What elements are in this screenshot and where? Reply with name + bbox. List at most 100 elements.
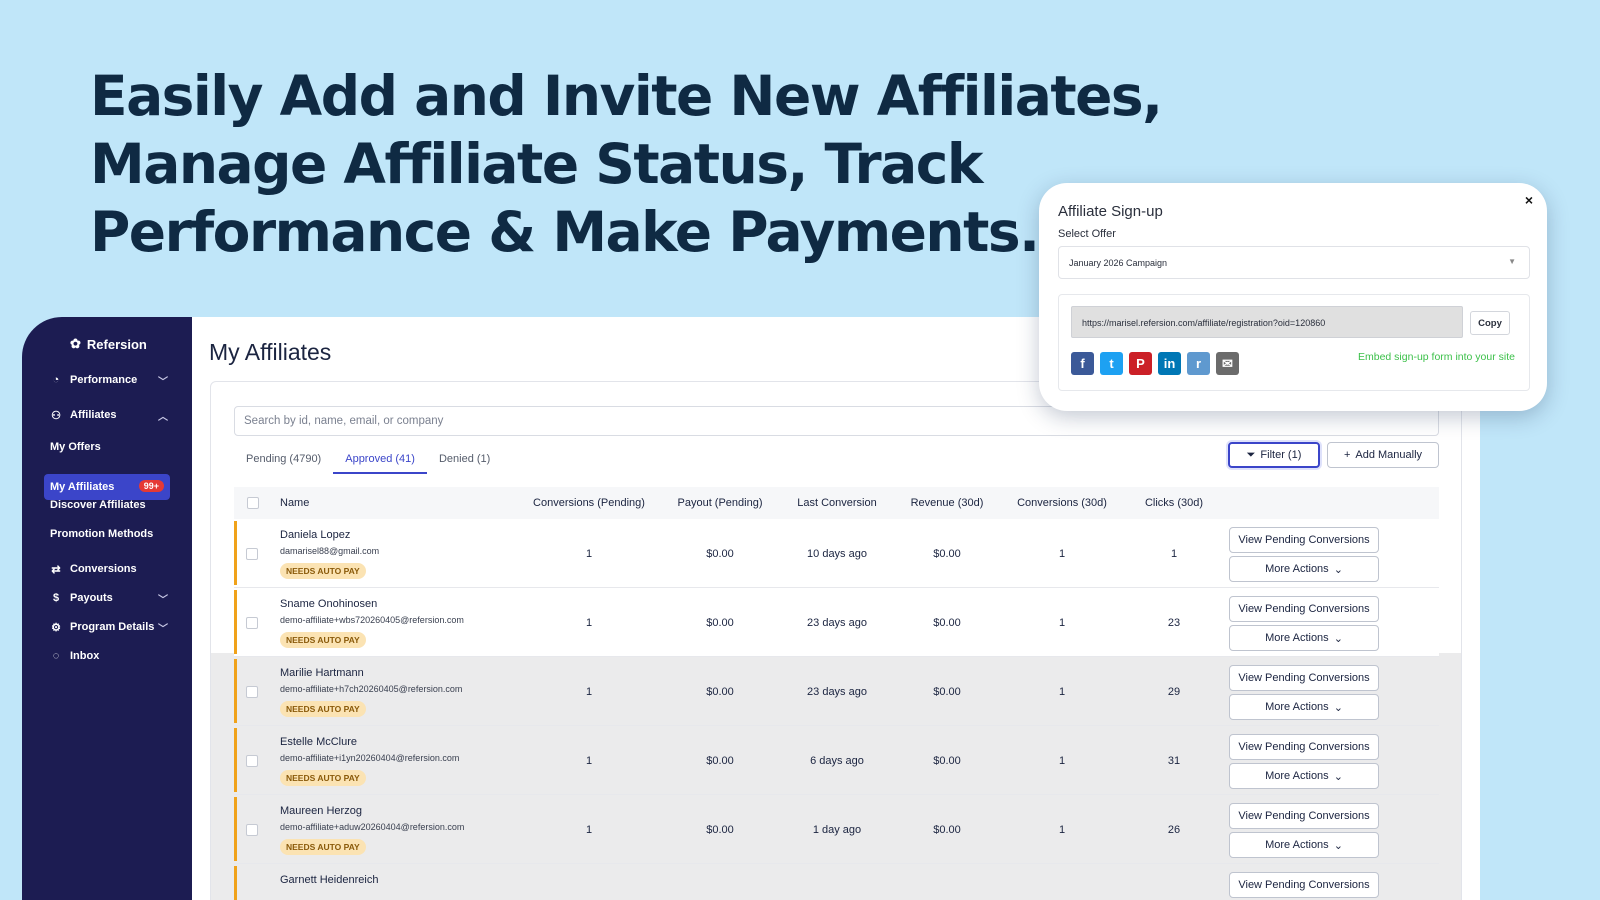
last-conversion-cell: 1 day ago xyxy=(812,824,862,836)
sidebar-item-promotion-methods[interactable]: Promotion Methods xyxy=(50,528,153,540)
affiliate-email: demo-affiliate+h7ch20260405@refersion.co… xyxy=(280,684,463,694)
brand[interactable]: ✿ Refersion xyxy=(70,336,147,352)
sidebar-item-my-offers[interactable]: My Offers xyxy=(50,441,101,453)
more-actions-button[interactable]: More Actions ⌄ xyxy=(1229,832,1379,858)
sidebar-item-conversions[interactable]: ⇄ Conversions xyxy=(48,557,168,581)
more-actions-label: More Actions xyxy=(1265,632,1329,644)
sidebar-item-discover-affiliates[interactable]: Discover Affiliates xyxy=(50,499,146,511)
view-pending-conversions-button[interactable]: View Pending Conversions xyxy=(1229,596,1379,622)
sidebar-item-inbox[interactable]: ◌ Inbox xyxy=(48,644,168,668)
sidebar-item-label: Program Details xyxy=(70,621,155,633)
more-actions-label: More Actions xyxy=(1265,839,1329,851)
column-header: Conversions (Pending) xyxy=(533,497,645,509)
row-checkbox[interactable] xyxy=(246,824,258,836)
affiliate-name[interactable]: Daniela Lopez xyxy=(280,529,350,541)
reddit-icon[interactable]: r xyxy=(1187,352,1210,375)
view-pending-conversions-button[interactable]: View Pending Conversions xyxy=(1229,803,1379,829)
conversions-pending-cell: 1 xyxy=(585,617,593,629)
twitter-icon[interactable]: t xyxy=(1100,352,1123,375)
chevron-up-icon: ︿ xyxy=(158,411,168,423)
view-pending-conversions-button[interactable]: View Pending Conversions xyxy=(1229,734,1379,760)
conversions-pending-cell: 1 xyxy=(585,686,593,698)
table-header: Name Conversions (Pending) Payout (Pendi… xyxy=(234,487,1439,519)
copy-button[interactable]: Copy xyxy=(1470,311,1510,335)
more-actions-button[interactable]: More Actions ⌄ xyxy=(1229,556,1379,582)
sidebar-item-label: Conversions xyxy=(70,563,137,575)
chevron-down-icon: ﹀ xyxy=(158,594,168,606)
clicks-cell: 1 xyxy=(1170,548,1178,560)
plus-icon: + xyxy=(1343,449,1351,461)
pinterest-icon[interactable]: P xyxy=(1129,352,1152,375)
select-offer-label: Select Offer xyxy=(1058,228,1116,240)
close-icon[interactable]: × xyxy=(1525,192,1533,208)
affiliate-name[interactable]: Estelle McClure xyxy=(280,736,357,748)
row-checkbox[interactable] xyxy=(246,548,258,560)
chevron-down-icon: ⌄ xyxy=(1333,563,1343,576)
sidebar-item-my-affiliates[interactable]: My Affiliates 99+ xyxy=(44,474,170,500)
row-checkbox[interactable] xyxy=(246,617,258,629)
table-row[interactable]: Garnett Heidenreich View Pending Conversi… xyxy=(234,865,1439,900)
logo-icon: ✿ xyxy=(70,336,81,351)
email-icon[interactable]: ✉ xyxy=(1216,352,1239,375)
affiliate-name[interactable]: Sname Onohinosen xyxy=(280,598,377,610)
payout-pending-cell: $0.00 xyxy=(706,755,734,767)
view-pending-conversions-button[interactable]: View Pending Conversions xyxy=(1229,527,1379,553)
affiliate-name[interactable]: Garnett Heidenreich xyxy=(280,874,378,886)
row-checkbox[interactable] xyxy=(246,755,258,767)
add-manually-button[interactable]: + Add Manually xyxy=(1327,442,1439,468)
status-indicator xyxy=(234,728,237,792)
more-actions-button[interactable]: More Actions ⌄ xyxy=(1229,625,1379,651)
affiliate-name[interactable]: Marilie Hartmann xyxy=(280,667,364,679)
caret-down-icon: ▼ xyxy=(1508,257,1516,266)
modal-title: Affiliate Sign-up xyxy=(1058,203,1163,220)
payout-pending-cell: $0.00 xyxy=(706,824,734,836)
sidebar-item-program-details[interactable]: ⚙ Program Details ﹀ xyxy=(48,615,168,639)
affiliate-email: demo-affiliate+aduw20260404@refersion.co… xyxy=(280,822,465,832)
affiliate-name[interactable]: Maureen Herzog xyxy=(280,805,362,817)
payout-pending-cell: $0.00 xyxy=(706,617,734,629)
clicks-cell: 29 xyxy=(1167,686,1181,698)
conversions-30d-cell: 1 xyxy=(1058,686,1066,698)
offer-select[interactable]: January 2026 Campaign ▼ xyxy=(1058,246,1530,279)
status-indicator xyxy=(234,659,237,723)
sidebar-item-payouts[interactable]: $ Payouts ﹀ xyxy=(48,586,168,610)
embed-form-link[interactable]: Embed sign-up form into your site xyxy=(1358,351,1515,363)
tab-approved[interactable]: Approved (41) xyxy=(333,444,427,474)
revenue-cell: $0.00 xyxy=(933,686,961,698)
conversions-30d-cell: 1 xyxy=(1058,755,1066,767)
users-icon: ⚇ xyxy=(51,409,61,422)
selected-offer: January 2026 Campaign xyxy=(1069,258,1168,268)
tab-denied[interactable]: Denied (1) xyxy=(427,444,502,474)
table-row[interactable]: Marilie Hartmann demo-affiliate+h7ch20260… xyxy=(234,658,1439,726)
sidebar-item-performance[interactable]: ◔ Performance ﹀ xyxy=(48,368,168,392)
signup-url-field[interactable]: https://marisel.refersion.com/affiliate/… xyxy=(1071,306,1463,338)
linkedin-icon[interactable]: in xyxy=(1158,352,1181,375)
sidebar: ✿ Refersion ◔ Performance ﹀ ⚇ Affiliates… xyxy=(22,317,192,900)
revenue-cell: $0.00 xyxy=(933,824,961,836)
more-actions-button[interactable]: More Actions ⌄ xyxy=(1229,694,1379,720)
status-badge: NEEDS AUTO PAY xyxy=(280,632,366,648)
column-header: Last Conversion xyxy=(797,497,877,509)
last-conversion-cell: 23 days ago xyxy=(807,686,867,698)
filter-button[interactable]: ⏷ Filter (1) xyxy=(1228,442,1320,468)
row-checkbox[interactable] xyxy=(246,686,258,698)
headline-line-1: Easily Add and Invite New Affiliates, xyxy=(90,64,1163,128)
select-all-checkbox[interactable] xyxy=(247,497,259,509)
table-row[interactable]: Sname Onohinosen demo-affiliate+wbs720260… xyxy=(234,589,1439,657)
facebook-icon[interactable]: f xyxy=(1071,352,1094,375)
view-pending-conversions-button[interactable]: View Pending Conversions xyxy=(1229,872,1379,898)
status-indicator xyxy=(234,797,237,861)
sidebar-item-affiliates[interactable]: ⚇ Affiliates ︿ xyxy=(48,403,168,427)
add-label: Add Manually xyxy=(1355,449,1423,461)
brand-name: Refersion xyxy=(86,336,147,352)
table-row[interactable]: Maureen Herzog demo-affiliate+aduw2026040… xyxy=(234,796,1439,864)
table-row[interactable]: Daniela Lopez damarisel88@gmail.com NEEDS … xyxy=(234,520,1439,588)
view-pending-conversions-button[interactable]: View Pending Conversions xyxy=(1229,665,1379,691)
more-actions-button[interactable]: More Actions ⌄ xyxy=(1229,763,1379,789)
revenue-cell: $0.00 xyxy=(933,617,961,629)
sidebar-item-label: My Affiliates xyxy=(50,481,115,493)
column-header: Clicks (30d) xyxy=(1144,497,1204,509)
count-badge: 99+ xyxy=(138,480,164,492)
tab-pending[interactable]: Pending (4790) xyxy=(234,444,333,474)
table-row[interactable]: Estelle McClure demo-affiliate+i1yn202604… xyxy=(234,727,1439,795)
